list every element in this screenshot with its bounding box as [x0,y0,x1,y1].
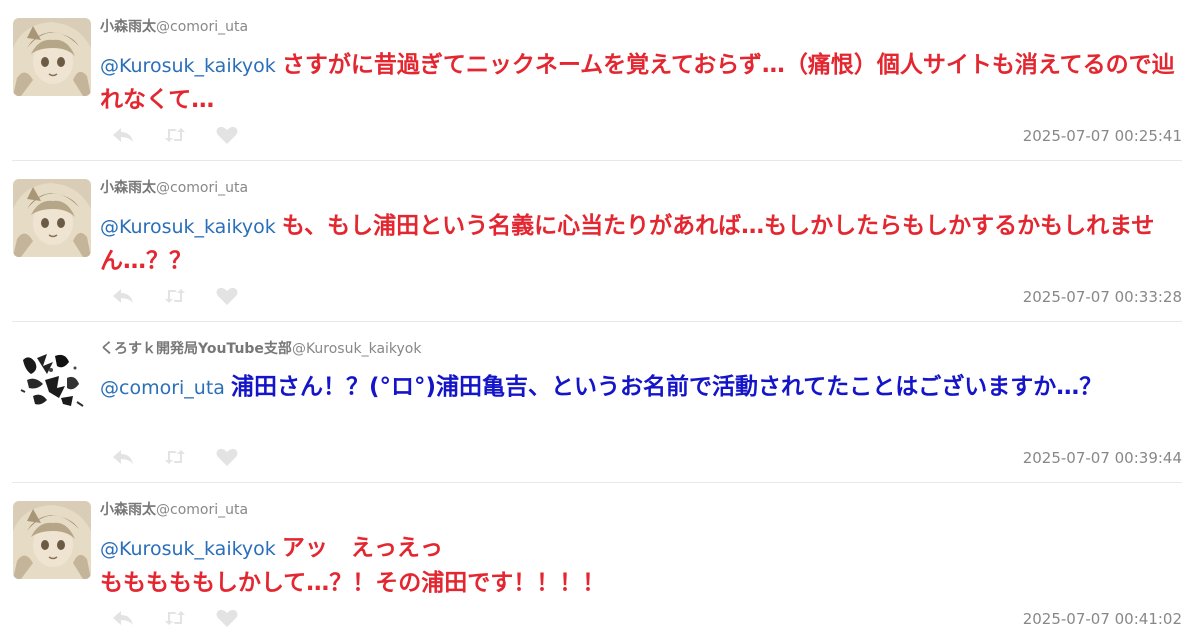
timestamp[interactable]: 2025-07-07 00:41:02 [1023,610,1182,628]
timeline: 小森雨太@comori_uta @Kurosuk_kaikyok さすがに昔過ぎて… [0,0,1200,632]
tweet-item[interactable]: くろすｋ開発局YouTube支部@Kurosuk_kaikyok @comori… [0,322,1200,483]
tweet-header: 小森雨太@comori_uta [100,177,248,197]
tweet-header: 小森雨太@comori_uta [100,499,248,519]
mention-link[interactable]: @comori_uta [100,377,225,399]
user-handle[interactable]: @comori_uta [156,19,248,35]
reply-icon [113,289,133,303]
user-handle[interactable]: @comori_uta [156,502,248,518]
retweet-icon [165,450,185,464]
tweet-text: @comori_uta 浦田さん！？(°ロ°)浦田亀吉、というお名前で活動されてた… [100,370,1185,405]
timestamp[interactable]: 2025-07-07 00:33:28 [1023,288,1182,306]
retweet-button[interactable] [162,286,188,306]
tweet-actions [110,608,240,628]
reply-button[interactable] [110,125,136,145]
tweet-item[interactable]: 小森雨太@comori_uta @Kurosuk_kaikyok アッ えっえっも… [0,483,1200,644]
heart-icon [216,448,238,466]
reply-button[interactable] [110,286,136,306]
like-button[interactable] [214,608,240,628]
tweet-message: 浦田さん！？(°ロ°)浦田亀吉、というお名前で活動されてたことはございますか…？ [230,374,1103,400]
tweet-actions [110,447,240,467]
avatar[interactable] [13,340,91,418]
reply-button[interactable] [110,447,136,467]
display-name[interactable]: 小森雨太 [100,180,156,196]
tweet-text: @Kurosuk_kaikyok も、もし浦田という名義に心当たりがあれば…もしか… [100,209,1185,278]
tweet-text: @Kurosuk_kaikyok アッ えっえっもももももしかして…？！その浦田で… [100,531,1185,600]
timestamp[interactable]: 2025-07-07 00:39:44 [1023,449,1182,467]
mention-link[interactable]: @Kurosuk_kaikyok [100,538,276,560]
mention-link[interactable]: @Kurosuk_kaikyok [100,55,276,77]
timestamp[interactable]: 2025-07-07 00:25:41 [1023,127,1182,145]
retweet-icon [165,611,185,625]
tweet-item[interactable]: 小森雨太@comori_uta @Kurosuk_kaikyok も、もし浦田とい… [0,161,1200,322]
heart-icon [216,609,238,627]
tweet-item[interactable]: 小森雨太@comori_uta @Kurosuk_kaikyok さすがに昔過ぎて… [0,0,1200,161]
retweet-icon [165,289,185,303]
like-button[interactable] [214,447,240,467]
avatar[interactable] [13,179,91,257]
retweet-button[interactable] [162,608,188,628]
tweet-actions [110,286,240,306]
display-name[interactable]: くろすｋ開発局YouTube支部 [100,341,292,357]
like-button[interactable] [214,286,240,306]
user-handle[interactable]: @comori_uta [156,180,248,196]
reply-icon [113,450,133,464]
tweet-text: @Kurosuk_kaikyok さすがに昔過ぎてニックネームを覚えておらず…（痛… [100,48,1185,117]
user-handle[interactable]: @Kurosuk_kaikyok [292,341,422,357]
retweet-button[interactable] [162,125,188,145]
display-name[interactable]: 小森雨太 [100,19,156,35]
reply-icon [113,611,133,625]
retweet-button[interactable] [162,447,188,467]
mention-link[interactable]: @Kurosuk_kaikyok [100,216,276,238]
tweet-header: くろすｋ開発局YouTube支部@Kurosuk_kaikyok [100,338,421,358]
reply-button[interactable] [110,608,136,628]
like-button[interactable] [214,125,240,145]
heart-icon [216,287,238,305]
tweet-actions [110,125,240,145]
retweet-icon [165,128,185,142]
avatar[interactable] [13,18,91,96]
avatar[interactable] [13,501,91,579]
heart-icon [216,126,238,144]
tweet-message-line2: もももももしかして…？！その浦田です！！！！ [100,570,606,596]
display-name[interactable]: 小森雨太 [100,502,156,518]
tweet-message: アッ えっえっ [281,535,443,561]
tweet-header: 小森雨太@comori_uta [100,16,248,36]
reply-icon [113,128,133,142]
